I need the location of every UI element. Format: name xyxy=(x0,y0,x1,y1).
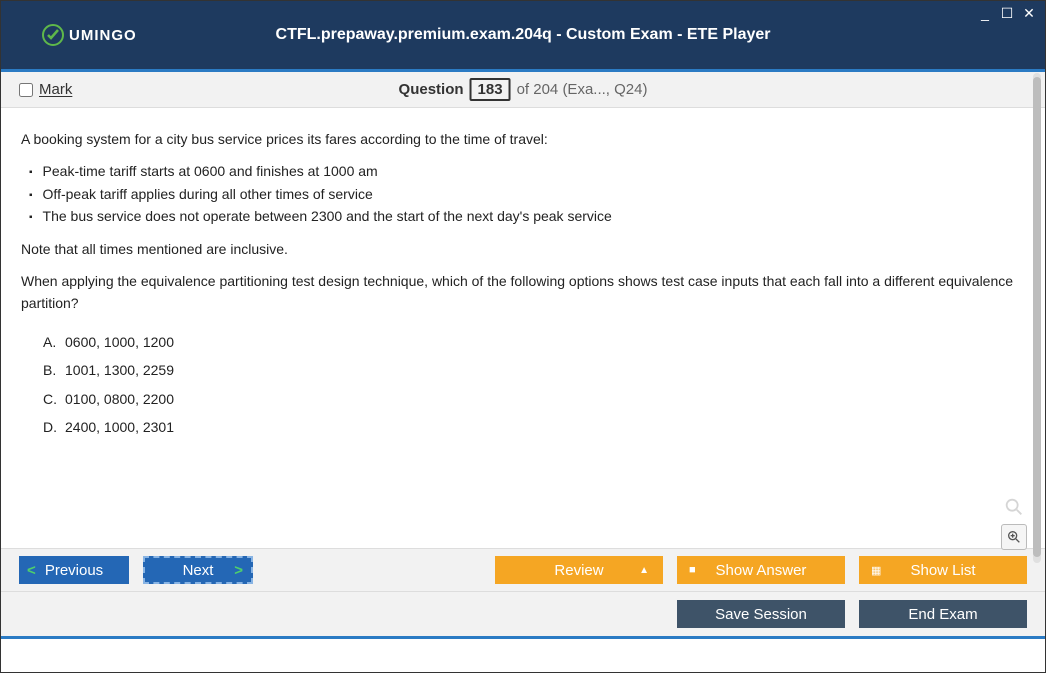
answer-option-d[interactable]: D.2400, 1000, 2301 xyxy=(43,416,1025,438)
question-number: 183 xyxy=(470,78,511,101)
review-button[interactable]: Review▲ xyxy=(495,556,663,584)
question-header: Mark Question 183 of 204 (Exa..., Q24) xyxy=(1,72,1045,108)
footer-session: Save Session End Exam xyxy=(1,592,1045,636)
bullet-item: Peak-time tariff starts at 0600 and fini… xyxy=(21,160,1025,182)
close-icon[interactable]: ✕ xyxy=(1021,5,1037,22)
maximize-icon[interactable]: ☐ xyxy=(999,5,1015,22)
question-content: A booking system for a city bus service … xyxy=(1,108,1045,548)
app-title: CTFL.prepaway.premium.exam.204q - Custom… xyxy=(276,26,771,44)
mark-control[interactable]: Mark xyxy=(19,81,72,98)
window-controls: _ ☐ ✕ xyxy=(977,5,1037,22)
minimize-icon[interactable]: _ xyxy=(977,5,993,22)
question-intro: A booking system for a city bus service … xyxy=(21,128,1025,150)
accent-bottom xyxy=(1,636,1045,639)
search-icon[interactable] xyxy=(1003,496,1025,518)
bullet-item: Off-peak tariff applies during all other… xyxy=(21,183,1025,205)
question-note: Note that all times mentioned are inclus… xyxy=(21,238,1025,260)
show-list-button[interactable]: ▦Show List xyxy=(859,556,1027,584)
bullet-item: The bus service does not operate between… xyxy=(21,205,1025,227)
zoom-in-button[interactable] xyxy=(1001,524,1027,550)
question-prompt: When applying the equivalence partitioni… xyxy=(21,270,1025,315)
title-bar: UMINGO CTFL.prepaway.premium.exam.204q -… xyxy=(1,1,1045,69)
question-indicator: Question 183 of 204 (Exa..., Q24) xyxy=(399,78,648,101)
scrollbar-thumb[interactable] xyxy=(1033,77,1041,557)
save-session-button[interactable]: Save Session xyxy=(677,600,845,628)
question-label: Question xyxy=(399,81,464,98)
footer-nav: <Previous Next> Review▲ ■Show Answer ▦Sh… xyxy=(1,548,1045,592)
mark-checkbox[interactable] xyxy=(19,83,33,97)
chevron-left-icon: < xyxy=(27,562,36,579)
chevron-right-icon: > xyxy=(234,562,243,579)
answer-list: A.0600, 1000, 1200 B.1001, 1300, 2259 C.… xyxy=(43,331,1025,439)
logo: UMINGO xyxy=(41,23,137,47)
question-total: of 204 (Exa..., Q24) xyxy=(517,81,648,98)
triangle-up-icon: ▲ xyxy=(639,565,649,576)
logo-check-icon xyxy=(41,23,65,47)
answer-option-a[interactable]: A.0600, 1000, 1200 xyxy=(43,331,1025,353)
square-icon: ■ xyxy=(689,564,696,576)
next-button[interactable]: Next> xyxy=(143,556,253,584)
list-icon: ▦ xyxy=(871,564,881,577)
logo-text: UMINGO xyxy=(69,27,137,44)
mark-label: Mark xyxy=(39,81,72,98)
scrollbar[interactable] xyxy=(1033,73,1041,563)
show-answer-button[interactable]: ■Show Answer xyxy=(677,556,845,584)
answer-option-b[interactable]: B.1001, 1300, 2259 xyxy=(43,359,1025,381)
answer-option-c[interactable]: C.0100, 0800, 2200 xyxy=(43,388,1025,410)
end-exam-button[interactable]: End Exam xyxy=(859,600,1027,628)
question-bullets: Peak-time tariff starts at 0600 and fini… xyxy=(21,160,1025,227)
previous-button[interactable]: <Previous xyxy=(19,556,129,584)
